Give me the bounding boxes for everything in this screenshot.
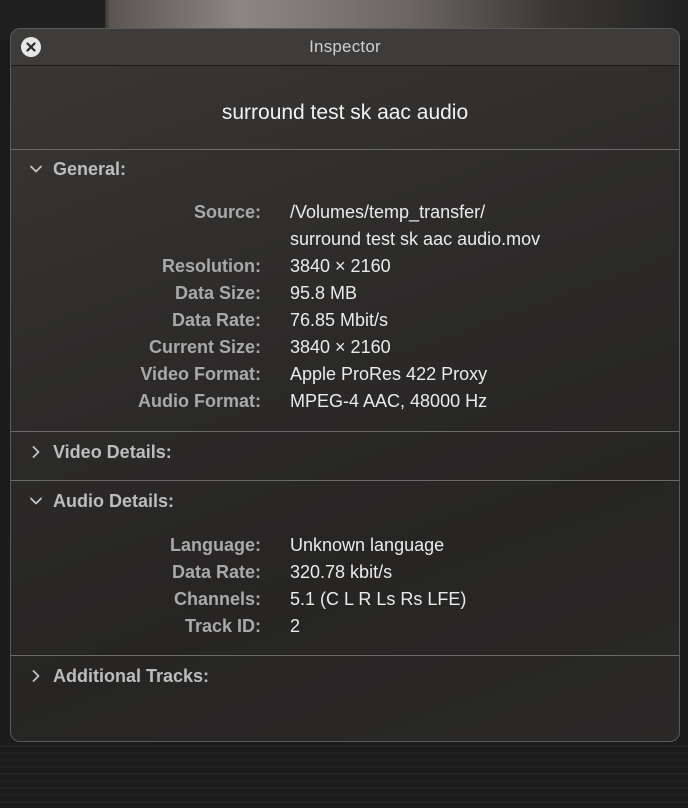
close-icon: [26, 42, 36, 52]
row-value: 2: [290, 616, 301, 636]
row-value: /Volumes/temp_transfer/: [290, 202, 486, 222]
divider: [11, 655, 679, 656]
section-header-general[interactable]: General:: [29, 156, 126, 182]
info-row-language: Language: Unknown language: [11, 532, 679, 558]
row-label: Video Format:: [140, 364, 261, 384]
chevron-right-icon: [29, 445, 43, 459]
row-value: 3840 × 2160: [290, 256, 391, 276]
info-row-source-continued: surround test sk aac audio.mov: [11, 226, 679, 252]
row-label: Data Rate:: [171, 310, 261, 330]
info-row-channels: Channels: 5.1 (C L R Ls Rs LFE): [11, 586, 679, 612]
row-value: MPEG-4 AAC, 48000 Hz: [290, 391, 488, 411]
info-row-video-format: Video Format: Apple ProRes 422 Proxy: [11, 361, 679, 387]
info-row-track-id: Track ID: 2: [11, 613, 679, 639]
info-row-data-rate: Data Rate: 76.85 Mbit/s: [11, 307, 679, 333]
row-value: 5.1 (C L R Ls Rs LFE): [290, 589, 467, 609]
section-title-audio-details: Audio Details:: [53, 491, 175, 511]
row-label: Track ID:: [184, 616, 261, 636]
section-title-video-details: Video Details:: [53, 442, 172, 462]
divider: [11, 480, 679, 481]
file-name-heading: surround test sk aac audio: [221, 101, 469, 124]
row-label: Audio Format:: [138, 391, 261, 411]
chevron-right-icon: [29, 669, 43, 683]
row-value: 95.8 MB: [290, 283, 358, 303]
chevron-down-icon: [29, 162, 43, 176]
background-filmstrip: [0, 740, 688, 808]
divider: [11, 149, 679, 150]
info-row-data-size: Data Size: 95.8 MB: [11, 280, 679, 306]
chevron-down-icon: [29, 494, 43, 508]
section-header-video-details[interactable]: Video Details:: [29, 439, 172, 465]
window-title: Inspector: [309, 37, 381, 56]
section-header-additional-tracks[interactable]: Additional Tracks:: [29, 663, 209, 689]
close-button[interactable]: [21, 37, 41, 57]
row-value: 320.78 kbit/s: [290, 562, 393, 582]
section-title-additional-tracks: Additional Tracks:: [53, 666, 210, 686]
row-value: surround test sk aac audio.mov: [290, 229, 541, 249]
row-label: Data Size:: [174, 283, 261, 303]
info-row-audio-format: Audio Format: MPEG-4 AAC, 48000 Hz: [11, 388, 679, 414]
inspector-panel: Inspector surround test sk aac audio Gen…: [10, 28, 680, 742]
title-bar[interactable]: Inspector: [11, 29, 679, 66]
info-row-resolution: Resolution: 3840 × 2160: [11, 253, 679, 279]
row-label: Language:: [169, 535, 261, 555]
info-row-audio-data-rate: Data Rate: 320.78 kbit/s: [11, 559, 679, 585]
row-value: Unknown language: [290, 535, 445, 555]
row-label: Channels:: [173, 589, 261, 609]
row-value: 3840 × 2160: [290, 337, 391, 357]
section-title-general: General:: [53, 159, 127, 179]
info-row-source: Source: /Volumes/temp_transfer/: [11, 199, 679, 225]
section-header-audio-details[interactable]: Audio Details:: [29, 488, 174, 514]
row-label: Current Size:: [148, 337, 261, 357]
row-label: Resolution:: [162, 256, 261, 276]
row-label: Source:: [193, 202, 261, 222]
row-value: Apple ProRes 422 Proxy: [290, 364, 488, 384]
info-row-current-size: Current Size: 3840 × 2160: [11, 334, 679, 360]
divider: [11, 431, 679, 432]
row-label: Data Rate:: [171, 562, 261, 582]
row-value: 76.85 Mbit/s: [290, 310, 389, 330]
